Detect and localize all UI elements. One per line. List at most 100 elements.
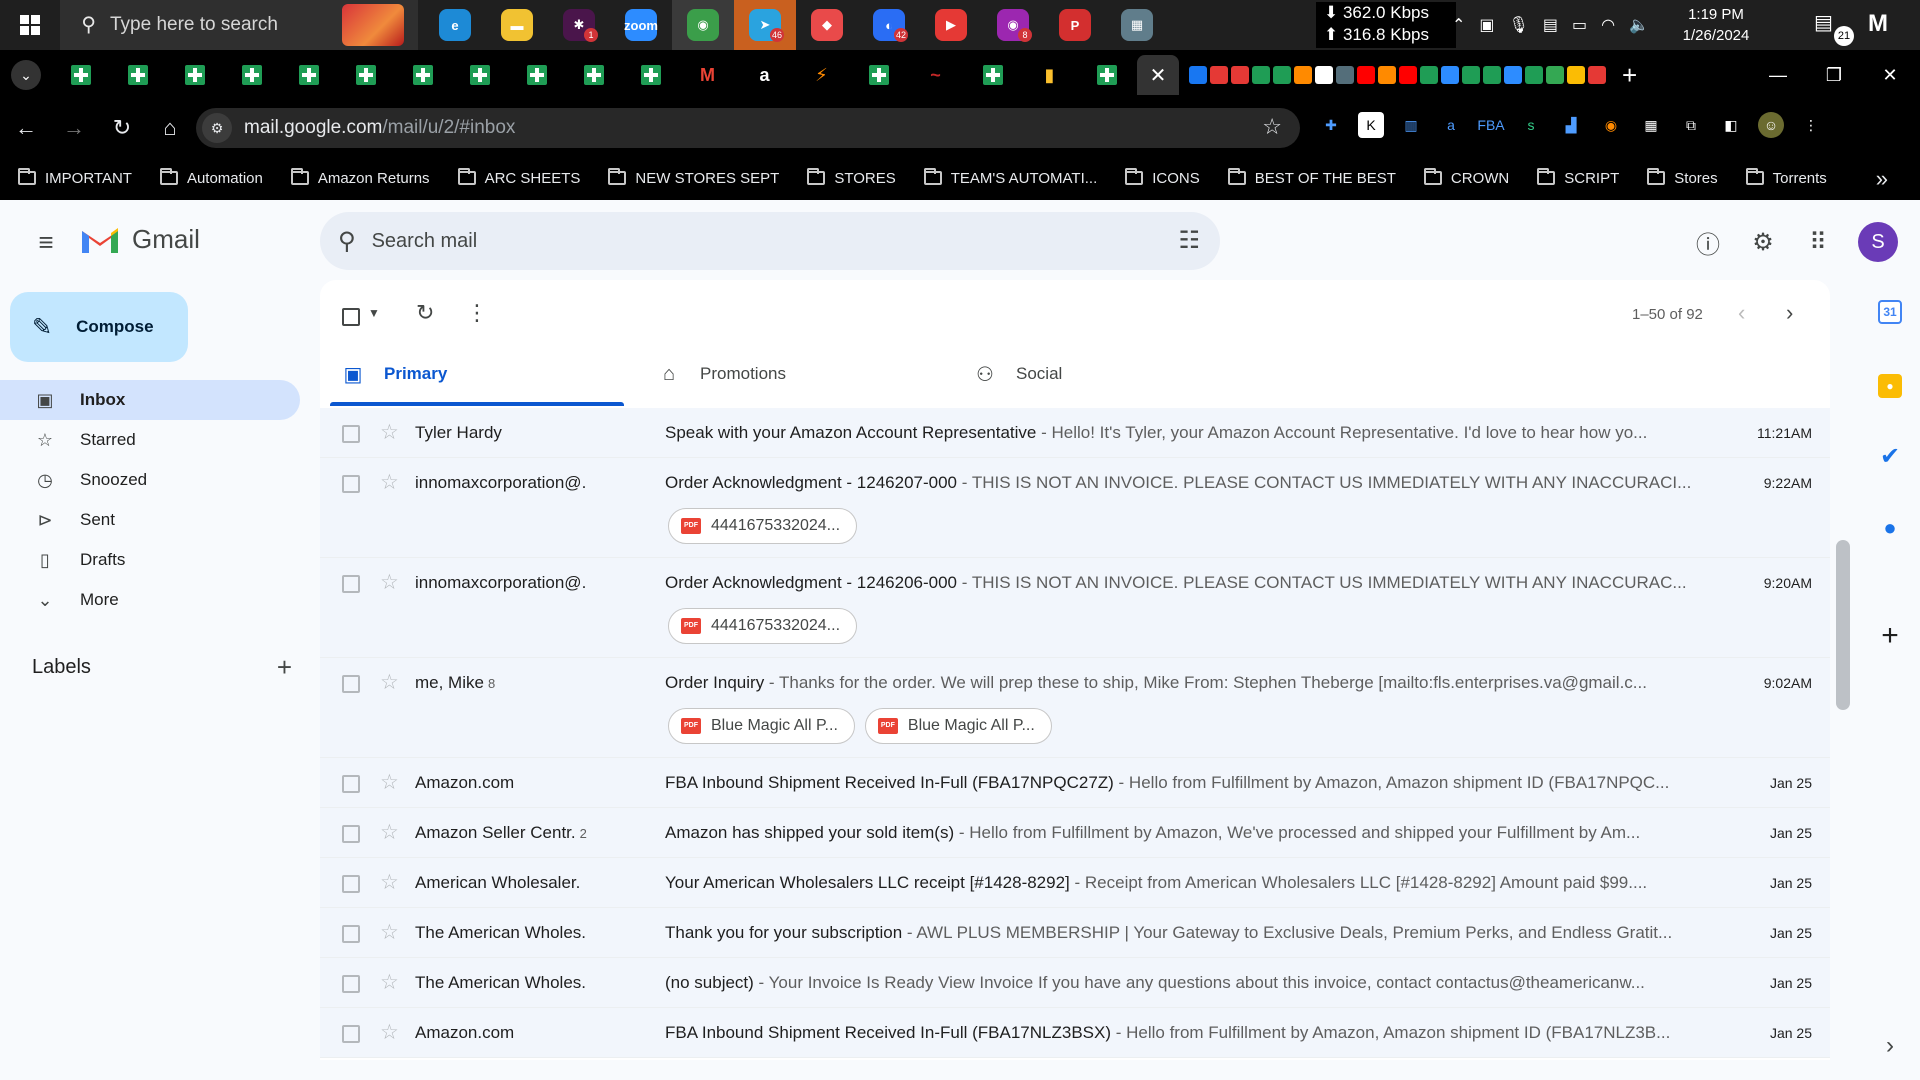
email-row[interactable]: ☆ innomaxcorporation@. Order Acknowledgmen… [320, 458, 1830, 558]
tab-social[interactable]: ⚇ Social [972, 346, 1062, 402]
side-panel-icon[interactable]: ◧ [1718, 112, 1744, 138]
extension-icon[interactable]: K [1358, 112, 1384, 138]
star-icon[interactable]: ☆ [380, 470, 399, 495]
star-icon[interactable]: ☆ [380, 770, 399, 795]
email-checkbox[interactable] [342, 1025, 360, 1043]
browser-tab[interactable] [1078, 50, 1135, 100]
bookmark-folder[interactable]: CROWN [1423, 168, 1509, 187]
restore-button[interactable]: ❐ [1806, 50, 1862, 100]
home-button[interactable]: ⌂ [148, 106, 192, 150]
create-label-button[interactable]: + [277, 652, 292, 683]
google-apps-button[interactable]: ⠿ [1798, 222, 1838, 262]
gmail-tray-icon[interactable]: M [1868, 10, 1888, 38]
tab-promotions[interactable]: ⌂ Promotions [656, 346, 786, 402]
browser-tab[interactable] [109, 50, 166, 100]
tab-search-button[interactable]: ⌄ [0, 50, 52, 100]
profile-avatar[interactable]: ☺ [1758, 112, 1784, 138]
contacts-icon[interactable]: ● [1872, 510, 1908, 546]
nav-item-starred[interactable]: ☆ Starred [0, 420, 300, 460]
extension-icon[interactable]: ✚ [1318, 112, 1344, 138]
browser-tab[interactable] [337, 50, 394, 100]
email-checkbox[interactable] [342, 875, 360, 893]
email-checkbox[interactable] [342, 975, 360, 993]
battery-icon[interactable]: ▭ [1572, 15, 1587, 35]
older-page-button[interactable]: › [1786, 300, 1793, 326]
bookmark-folder[interactable]: NEW STORES SEPT [608, 168, 779, 187]
email-row[interactable]: ☆ innomaxcorporation@. Order Acknowledgmen… [320, 558, 1830, 658]
star-icon[interactable]: ☆ [380, 920, 399, 945]
taskbar-app-button[interactable]: ➤ 46 [734, 0, 796, 50]
new-tab-button[interactable]: + [1622, 60, 1637, 91]
active-tab-close-button[interactable]: ✕ [1137, 55, 1179, 95]
tab-primary[interactable]: ▣ Primary [340, 346, 448, 402]
close-window-button[interactable]: ✕ [1862, 50, 1918, 100]
attachment-chip[interactable]: PDF 4441675332024... [668, 608, 858, 644]
email-row[interactable]: ☆ me, Mike 8 Order Inquiry - Thanks for the… [320, 658, 1830, 758]
browser-tab[interactable]: ▮ [1021, 50, 1078, 100]
wifi-icon[interactable]: ◠ [1601, 15, 1615, 35]
nav-item-drafts[interactable]: ▯ Drafts [0, 540, 300, 580]
compose-button[interactable]: ✎ Compose [10, 292, 188, 362]
star-icon[interactable]: ☆ [380, 820, 399, 845]
search-options-icon[interactable]: ☷ [1178, 226, 1200, 255]
calendar-icon[interactable]: 31 [1878, 300, 1902, 324]
more-bookmarks-button[interactable]: » [1876, 166, 1888, 192]
camera-icon[interactable]: ▣ [1479, 15, 1494, 35]
tab-favicons-group[interactable] [1189, 66, 1606, 84]
browser-tab[interactable] [451, 50, 508, 100]
nav-item-inbox[interactable]: ▣ Inbox [0, 380, 300, 420]
forward-button[interactable]: → [52, 106, 96, 150]
star-icon[interactable]: ☆ [380, 1020, 399, 1045]
tasks-icon[interactable]: ✔ [1872, 438, 1908, 474]
nav-item-snoozed[interactable]: ◷ Snoozed [0, 460, 300, 500]
search-icon[interactable]: ⚲ [338, 227, 356, 256]
bookmark-folder[interactable]: Automation [159, 168, 263, 187]
taskbar-app-button[interactable]: e [424, 0, 486, 50]
bookmark-folder[interactable]: BEST OF THE BEST [1227, 168, 1396, 187]
bookmark-star-icon[interactable]: ☆ [1262, 114, 1282, 140]
bookmark-folder[interactable]: STORES [807, 168, 896, 187]
browser-tab[interactable] [394, 50, 451, 100]
email-checkbox[interactable] [342, 825, 360, 843]
amazon-extension-icon[interactable]: a [1438, 112, 1464, 138]
email-row[interactable]: ☆ Amazon.com FBA Inbound Shipment Received… [320, 758, 1830, 808]
support-button[interactable]: ⓘ [1688, 222, 1728, 262]
star-icon[interactable]: ☆ [380, 970, 399, 995]
windows-start-button[interactable] [0, 0, 60, 50]
qr-extension-icon[interactable]: ▦ [1638, 112, 1664, 138]
select-dropdown-icon[interactable]: ▼ [368, 306, 380, 320]
nav-item-sent[interactable]: ⊳ Sent [0, 500, 300, 540]
email-checkbox[interactable] [342, 475, 360, 493]
star-icon[interactable]: ☆ [380, 670, 399, 695]
taskbar-search-box[interactable]: ⚲ Type here to search [60, 0, 418, 50]
bookmark-folder[interactable]: ARC SHEETS [457, 168, 580, 187]
browser-tab[interactable] [565, 50, 622, 100]
browser-tab[interactable] [166, 50, 223, 100]
attachment-chip[interactable]: PDF Blue Magic All P... [864, 708, 1052, 744]
email-row[interactable]: ☆ Amazon.com FBA Inbound Shipment Received… [320, 1008, 1830, 1058]
browser-tab[interactable]: a [736, 50, 793, 100]
microphone-icon[interactable]: 🎙 [1509, 15, 1529, 35]
email-row[interactable]: ☆ American Wholesaler. Your American Whole… [320, 858, 1830, 908]
browser-tab[interactable]: ⚡ [793, 50, 850, 100]
more-options-button[interactable]: ⋮ [466, 300, 488, 326]
extension-icon[interactable]: s [1518, 112, 1544, 138]
bookmark-folder[interactable]: SCRIPT [1537, 168, 1619, 187]
newer-page-button[interactable]: ‹ [1738, 300, 1745, 326]
taskbar-app-button[interactable]: ▬ [486, 0, 548, 50]
extensions-puzzle-icon[interactable]: ⧉ [1678, 112, 1704, 138]
taskbar-app-button[interactable]: ◉ [672, 0, 734, 50]
bookmark-folder[interactable]: ICONS [1125, 168, 1200, 187]
extension-icon[interactable]: ▥ [1398, 112, 1424, 138]
volume-icon[interactable]: 🔈 [1629, 15, 1649, 35]
star-icon[interactable]: ☆ [380, 420, 399, 445]
tray-expand-icon[interactable]: ⌃ [1452, 15, 1465, 35]
browser-tab[interactable] [964, 50, 1021, 100]
message-list-scrollbar[interactable] [1836, 540, 1850, 710]
browser-tab[interactable] [622, 50, 679, 100]
nav-item-more[interactable]: ⌄ More [0, 580, 300, 620]
show-side-panel-button[interactable]: › [1872, 1028, 1908, 1064]
bookmark-folder[interactable]: Amazon Returns [290, 168, 430, 187]
bookmark-folder[interactable]: Stores [1647, 168, 1718, 187]
settings-button[interactable]: ⚙ [1743, 222, 1783, 262]
